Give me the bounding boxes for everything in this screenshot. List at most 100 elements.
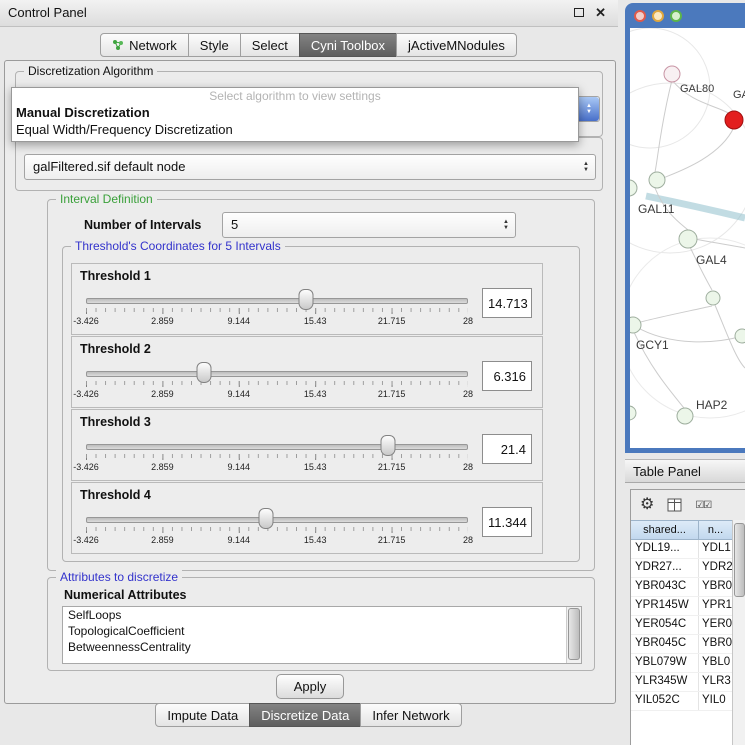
threshold-2-label: Threshold 2 <box>80 342 151 356</box>
network-node[interactable] <box>677 408 693 424</box>
table-row[interactable]: YBR043CYBR0 <box>631 578 733 597</box>
top-tab-bar: Network Style Select Cyni Toolbox jActiv… <box>0 33 618 57</box>
threshold-4-slider[interactable]: -3.4262.8599.14415.4321.71528 <box>86 505 468 551</box>
threshold-3-slider[interactable]: -3.4262.8599.14415.4321.71528 <box>86 432 468 478</box>
network-node[interactable] <box>649 172 665 188</box>
column-header-shared[interactable]: shared... <box>631 520 699 540</box>
network-canvas[interactable]: GAL80 GAL GAL11 GAL4 GCY1 HAP2 <box>630 28 745 448</box>
threshold-3-slider-thumb[interactable] <box>380 435 395 456</box>
zoom-traffic-light-icon[interactable] <box>670 10 682 22</box>
tab-discretize-data[interactable]: Discretize Data <box>249 703 361 727</box>
interval-definition-group: Interval Definition Number of Intervals … <box>47 199 595 571</box>
slider-tick-labels: -3.4262.8599.14415.4321.71528 <box>86 389 468 400</box>
table-row[interactable]: YDL19...YDL1 <box>631 540 733 559</box>
number-of-intervals-combobox[interactable]: 5 ▲▼ <box>222 212 516 238</box>
table-toolbar: ⚙ ☑☑ <box>631 490 745 521</box>
tab-label: Select <box>252 35 288 56</box>
table-row[interactable]: YIL052CYIL0 <box>631 692 733 711</box>
float-window-icon[interactable] <box>574 5 584 20</box>
close-window-icon[interactable]: ✕ <box>595 5 606 21</box>
threshold-1-value-field[interactable]: 14.713 <box>482 288 532 318</box>
minimize-traffic-light-icon[interactable] <box>652 10 664 22</box>
apply-button[interactable]: Apply <box>276 674 344 699</box>
tab-impute-data[interactable]: Impute Data <box>155 703 250 727</box>
slider-track <box>86 444 468 450</box>
slider-tick-labels: -3.4262.8599.14415.4321.71528 <box>86 462 468 473</box>
popup-option-manual-discretization[interactable]: Manual Discretization <box>12 104 578 121</box>
table-rows: YDL19...YDL1 YDR27...YDR2 YBR043CYBR0 YP… <box>631 540 733 745</box>
threshold-1-panel: Threshold 1 -3.4262.8599.14415.4321.7152… <box>71 263 543 335</box>
tab-label: Network <box>129 35 177 56</box>
number-of-intervals-label: Number of Intervals <box>84 214 201 236</box>
table-scrollbar[interactable] <box>732 520 745 745</box>
network-node-selected-red[interactable] <box>725 111 743 129</box>
tab-infer-network[interactable]: Infer Network <box>360 703 461 727</box>
threshold-2-slider[interactable]: -3.4262.8599.14415.4321.71528 <box>86 359 468 405</box>
column-header-name[interactable]: n... <box>699 520 733 540</box>
tab-network[interactable]: Network <box>100 33 189 57</box>
table-row[interactable]: YER054CYER0 <box>631 616 733 635</box>
algorithm-dropdown-popup: Select algorithm to view settings Manual… <box>11 87 579 142</box>
attributes-group-label: Attributes to discretize <box>56 570 182 584</box>
threshold-2-slider-thumb[interactable] <box>197 362 212 383</box>
list-item[interactable]: BetweennessCentrality <box>63 639 581 655</box>
network-node[interactable] <box>706 291 720 305</box>
threshold-3-value-field[interactable]: 21.4 <box>482 434 532 464</box>
columns-icon[interactable] <box>667 498 682 512</box>
table-row[interactable]: YBL079WYBL0 <box>631 654 733 673</box>
network-graph: GAL80 GAL GAL11 GAL4 GCY1 HAP2 <box>630 28 745 448</box>
number-of-intervals-value: 5 <box>231 213 238 237</box>
threshold-1-label: Threshold 1 <box>80 269 151 283</box>
table-header-row: shared... n... <box>631 520 733 540</box>
tab-label: Discretize Data <box>261 705 349 726</box>
attributes-to-discretize-group: Attributes to discretize Numerical Attri… <box>47 577 595 671</box>
table-row[interactable]: YLR345WYLR3 <box>631 673 733 692</box>
network-node[interactable] <box>630 406 636 420</box>
popup-option-equal-width-frequency[interactable]: Equal Width/Frequency Discretization <box>12 121 578 138</box>
node-label: GAL80 <box>680 83 714 95</box>
network-view-window: GAL80 GAL GAL11 GAL4 GCY1 HAP2 <box>625 3 745 453</box>
threshold-2-panel: Threshold 2 -3.4262.8599.14415.4321.7152… <box>71 336 543 408</box>
network-icon <box>112 39 124 51</box>
table-row[interactable]: YPR145WYPR1 <box>631 597 733 616</box>
tab-jactivemnodules[interactable]: jActiveMNodules <box>396 33 517 57</box>
close-traffic-light-icon[interactable] <box>634 10 646 22</box>
thresholds-group-label: Threshold's Coordinates for 5 Intervals <box>71 239 285 253</box>
threshold-4-value-field[interactable]: 11.344 <box>482 507 532 537</box>
traffic-lights <box>634 10 682 22</box>
threshold-2-value-field[interactable]: 6.316 <box>482 361 532 391</box>
attributes-list-scrollbar[interactable] <box>566 607 581 663</box>
list-item[interactable]: SelfLoops <box>63 607 581 623</box>
network-node[interactable] <box>664 66 680 82</box>
table-panel-title: Table Panel <box>633 464 701 479</box>
tab-label: Impute Data <box>167 705 238 726</box>
tab-cyni-toolbox[interactable]: Cyni Toolbox <box>299 33 397 57</box>
interval-definition-label: Interval Definition <box>56 192 157 206</box>
network-node[interactable] <box>735 329 745 343</box>
list-item[interactable]: TopologicalCoefficient <box>63 623 581 639</box>
table-data-group: Table Data galFiltered.sif default node … <box>15 137 603 191</box>
threshold-4-panel: Threshold 4 -3.4262.8599.14415.4321.7152… <box>71 482 543 554</box>
gear-icon[interactable]: ⚙ <box>640 497 654 513</box>
table-row[interactable]: YBR045CYBR0 <box>631 635 733 654</box>
tab-select[interactable]: Select <box>240 33 300 57</box>
threshold-4-slider-thumb[interactable] <box>258 508 273 529</box>
tab-style[interactable]: Style <box>188 33 241 57</box>
select-columns-icon[interactable]: ☑☑ <box>695 500 711 511</box>
scrollbar-thumb[interactable] <box>568 608 580 660</box>
numerical-attributes-list[interactable]: SelfLoops TopologicalCoefficient Between… <box>62 606 582 664</box>
threshold-3-panel: Threshold 3 -3.4262.8599.14415.4321.7152… <box>71 409 543 481</box>
combo-spinner-icon: ▲▼ <box>503 219 509 231</box>
combo-arrows-icon: ▲▼ <box>579 97 599 121</box>
threshold-1-slider-thumb[interactable] <box>299 289 314 310</box>
table-data-selected-value: galFiltered.sif default node <box>33 155 185 179</box>
network-node[interactable] <box>630 180 637 196</box>
tab-label: Cyni Toolbox <box>311 35 385 56</box>
table-data-combobox[interactable]: galFiltered.sif default node ▲▼ <box>24 154 596 180</box>
control-panel-body: Discretization Algorithm ▲▼ Select algor… <box>4 60 616 704</box>
network-node[interactable] <box>630 317 641 333</box>
table-row[interactable]: YDR27...YDR2 <box>631 559 733 578</box>
network-node[interactable] <box>679 230 697 248</box>
threshold-1-slider[interactable]: -3.4262.8599.14415.4321.71528 <box>86 286 468 332</box>
scrollbar-thumb[interactable] <box>734 523 745 597</box>
